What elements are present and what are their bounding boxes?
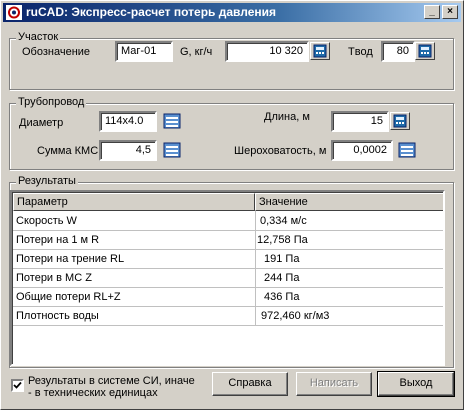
temp-label: Tвод bbox=[348, 46, 373, 58]
roughness-list-button[interactable] bbox=[396, 140, 416, 160]
temp-field[interactable]: 80 bbox=[381, 41, 415, 62]
help-button[interactable]: Справка bbox=[212, 372, 288, 396]
length-field[interactable]: 15 bbox=[331, 111, 389, 132]
value-cell: 12,758 Па bbox=[257, 234, 308, 246]
kms-field[interactable]: 4,5 bbox=[99, 140, 157, 161]
column-header-parameter[interactable]: Параметр bbox=[13, 193, 255, 211]
section-group-title: Участок bbox=[16, 31, 61, 43]
value-cell: 972,460 кг/м3 bbox=[261, 310, 330, 322]
kms-label: Сумма КМС bbox=[37, 145, 99, 157]
list-icon bbox=[163, 113, 181, 129]
diameter-field[interactable]: 114x4.0 bbox=[99, 111, 157, 132]
results-table[interactable]: Параметр Значение Скорость W 0,334 м/с П… bbox=[10, 190, 445, 366]
param-cell: Плотность воды bbox=[16, 310, 99, 322]
flow-field[interactable]: 10 320 bbox=[225, 41, 309, 62]
value-cell: 0,334 м/с bbox=[260, 215, 307, 227]
write-button[interactable]: Написать bbox=[296, 372, 372, 396]
roughness-label: Шероховатость, м bbox=[234, 145, 327, 157]
si-units-label-line1: Результаты в системе СИ, иначе bbox=[28, 375, 195, 387]
table-row[interactable]: Потери на трение RL 191 Па bbox=[13, 250, 443, 269]
length-label: Длина, м bbox=[264, 111, 310, 123]
si-units-label-line2: - в технических единицах bbox=[28, 387, 158, 399]
close-icon: × bbox=[447, 6, 453, 17]
app-logo-icon bbox=[6, 5, 22, 20]
value-cell: 436 Па bbox=[264, 291, 300, 303]
flow-label: G, кг/ч bbox=[180, 46, 213, 58]
calculator-icon bbox=[393, 114, 407, 128]
param-cell: Общие потери RL+Z bbox=[16, 291, 121, 303]
flow-calculator-button[interactable] bbox=[310, 42, 330, 60]
close-button[interactable]: × bbox=[442, 5, 458, 19]
list-icon bbox=[398, 142, 416, 158]
param-cell: Потери на 1 м R bbox=[16, 234, 100, 246]
minimize-icon: _ bbox=[429, 6, 435, 17]
window-title: ruCAD: Экспресс-расчет потерь давления bbox=[26, 5, 277, 19]
table-row[interactable]: Общие потери RL+Z 436 Па bbox=[13, 288, 443, 307]
param-cell: Скорость W bbox=[16, 215, 77, 227]
diameter-label: Диаметр bbox=[19, 117, 64, 129]
column-header-value[interactable]: Значение bbox=[255, 193, 443, 211]
kms-list-button[interactable] bbox=[161, 140, 181, 160]
length-calculator-button[interactable] bbox=[390, 112, 410, 130]
calculator-icon bbox=[313, 44, 327, 58]
calculator-icon bbox=[418, 44, 432, 58]
main-window: ruCAD: Экспресс-расчет потерь давления _… bbox=[0, 0, 464, 410]
results-group-title: Результаты bbox=[16, 175, 78, 187]
roughness-field[interactable]: 0,0002 bbox=[331, 140, 393, 161]
table-row[interactable]: Потери в МС Z 244 Па bbox=[13, 269, 443, 288]
value-cell: 244 Па bbox=[264, 272, 300, 284]
param-cell: Потери в МС Z bbox=[16, 272, 92, 284]
checkmark-icon bbox=[13, 381, 22, 389]
pipeline-group-title: Трубопровод bbox=[16, 96, 87, 108]
list-icon bbox=[163, 142, 181, 158]
exit-button[interactable]: Выход bbox=[377, 371, 455, 397]
diameter-list-button[interactable] bbox=[161, 111, 181, 131]
si-units-checkbox[interactable] bbox=[11, 379, 24, 392]
param-cell: Потери на трение RL bbox=[16, 253, 125, 265]
designation-label: Обозначение bbox=[22, 46, 91, 58]
minimize-button[interactable]: _ bbox=[424, 5, 440, 19]
table-row[interactable]: Скорость W 0,334 м/с bbox=[13, 212, 443, 231]
results-table-header: Параметр Значение bbox=[13, 193, 443, 211]
table-row[interactable]: Плотность воды 972,460 кг/м3 bbox=[13, 307, 443, 326]
designation-field[interactable]: Маг-01 bbox=[115, 41, 173, 62]
temp-calculator-button[interactable] bbox=[415, 42, 435, 60]
value-cell: 191 Па bbox=[264, 253, 300, 265]
title-bar[interactable]: ruCAD: Экспресс-расчет потерь давления _… bbox=[3, 3, 461, 22]
table-row[interactable]: Потери на 1 м R 12,758 Па bbox=[13, 231, 443, 250]
